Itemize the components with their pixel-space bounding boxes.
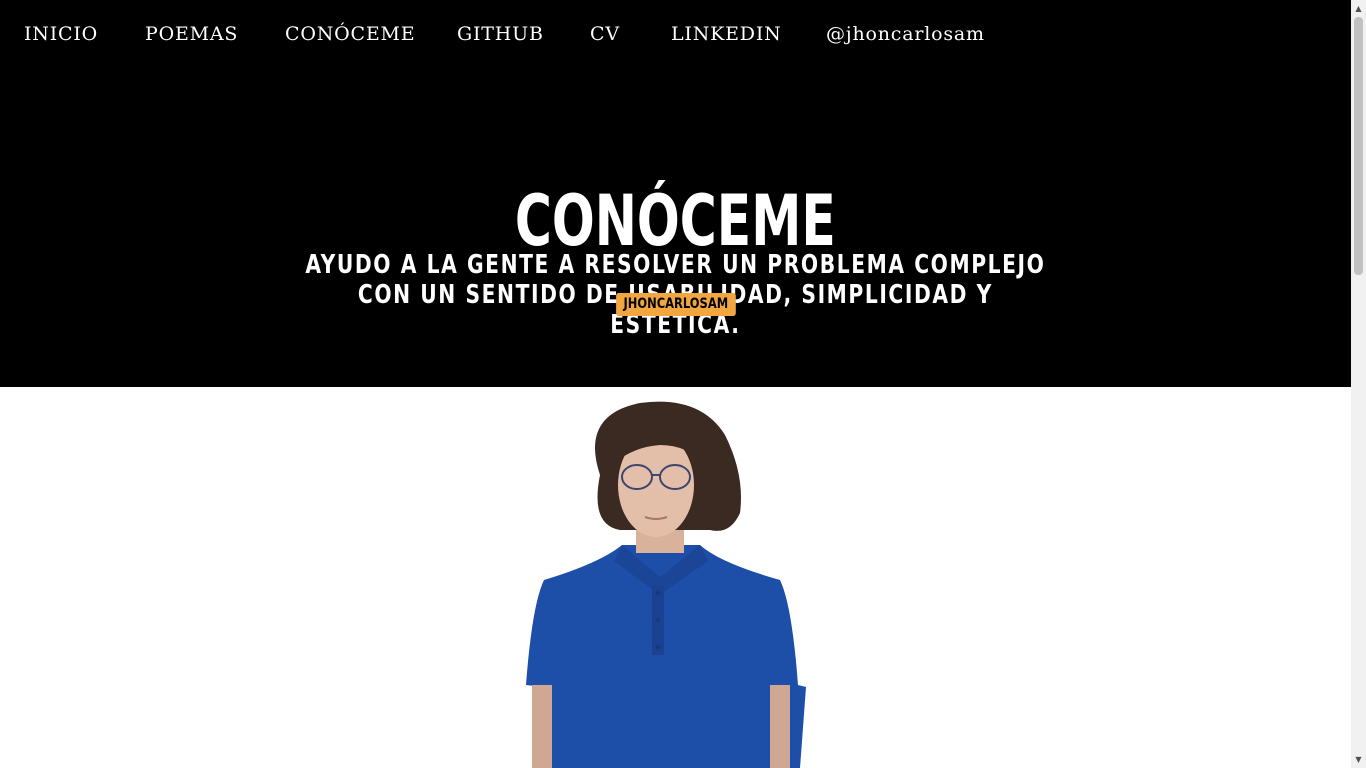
scroll-down-icon[interactable]: ▼: [1351, 751, 1366, 768]
scroll-up-icon[interactable]: ▲: [1351, 0, 1366, 17]
shirt-button: [655, 644, 661, 650]
nav-link-linkedin[interactable]: LINKEDIN: [671, 22, 782, 46]
nav-link-conoceme[interactable]: CONÓCEME: [285, 22, 415, 46]
scrollbar[interactable]: ▲ ▼: [1351, 0, 1366, 768]
right-arm: [770, 685, 790, 768]
scroll-thumb[interactable]: [1354, 17, 1363, 275]
shirt-button: [655, 590, 661, 596]
hero-tag-wrapper: JHONCARLOSAM: [0, 293, 1351, 316]
nav-link-poemas[interactable]: POEMAS: [145, 22, 238, 46]
top-nav: INICIO POEMAS CONÓCEME GITHUB CV LINKEDI…: [0, 0, 1351, 68]
nav-link-cv[interactable]: CV: [590, 22, 620, 46]
nav-link-handle[interactable]: @jhoncarlosam: [826, 22, 985, 46]
left-arm: [532, 685, 552, 768]
hero-section: INICIO POEMAS CONÓCEME GITHUB CV LINKEDI…: [0, 0, 1351, 387]
profile-photo: [300, 395, 1052, 768]
nav-link-inicio[interactable]: INICIO: [24, 22, 98, 46]
shirt-button: [655, 617, 661, 623]
nav-link-github[interactable]: GITHUB: [457, 22, 544, 46]
author-badge: JHONCARLOSAM: [615, 293, 736, 316]
page-title: CONÓCEME: [514, 179, 836, 262]
page: INICIO POEMAS CONÓCEME GITHUB CV LINKEDI…: [0, 0, 1351, 768]
profile-photo-illustration: [526, 401, 806, 768]
